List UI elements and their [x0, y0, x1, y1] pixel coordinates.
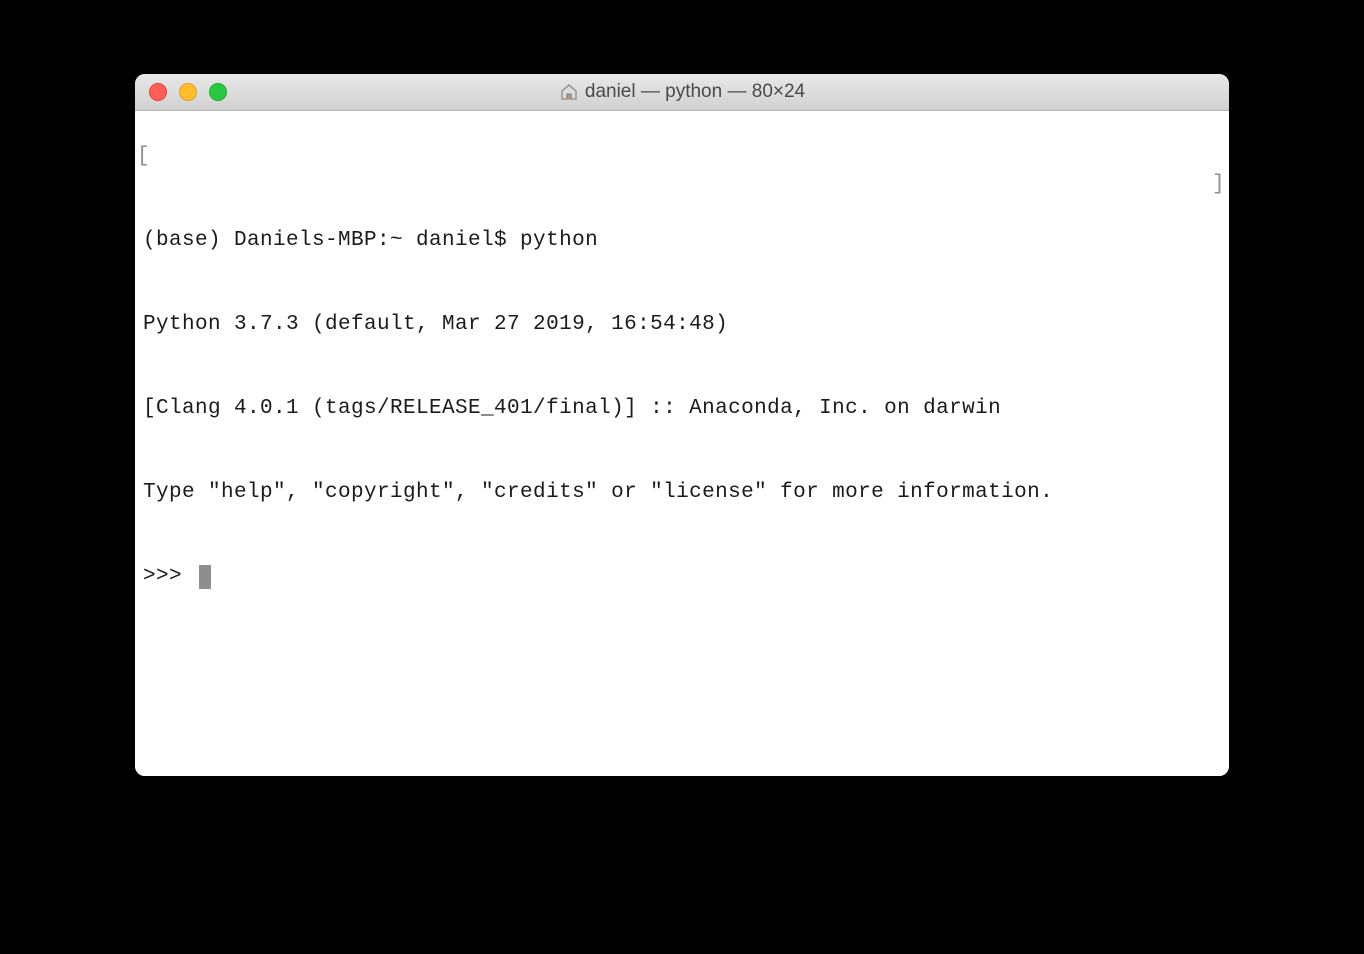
left-bracket-decoration: [ — [137, 143, 150, 171]
python-prompt-line: >>> — [143, 563, 1221, 591]
cursor — [199, 565, 211, 589]
home-icon — [559, 82, 579, 102]
terminal-content[interactable]: [ ] (base) Daniels-MBP:~ daniel$ python … — [135, 111, 1229, 776]
python-prompt: >>> — [143, 563, 195, 591]
title-bar: daniel — python — 80×24 — [135, 74, 1229, 111]
minimize-button[interactable] — [179, 83, 197, 101]
right-bracket-decoration: ] — [1212, 171, 1225, 199]
window-controls — [149, 83, 227, 101]
terminal-window: daniel — python — 80×24 [ ] (base) Danie… — [135, 74, 1229, 776]
terminal-line-4: Type "help", "copyright", "credits" or "… — [143, 479, 1221, 507]
close-button[interactable] — [149, 83, 167, 101]
terminal-line-2: Python 3.7.3 (default, Mar 27 2019, 16:5… — [143, 311, 1221, 339]
window-title-text: daniel — python — 80×24 — [585, 81, 805, 103]
maximize-button[interactable] — [209, 83, 227, 101]
window-title: daniel — python — 80×24 — [559, 81, 805, 103]
terminal-line-1: (base) Daniels-MBP:~ daniel$ python — [143, 227, 1221, 255]
terminal-line-3: [Clang 4.0.1 (tags/RELEASE_401/final)] :… — [143, 395, 1221, 423]
